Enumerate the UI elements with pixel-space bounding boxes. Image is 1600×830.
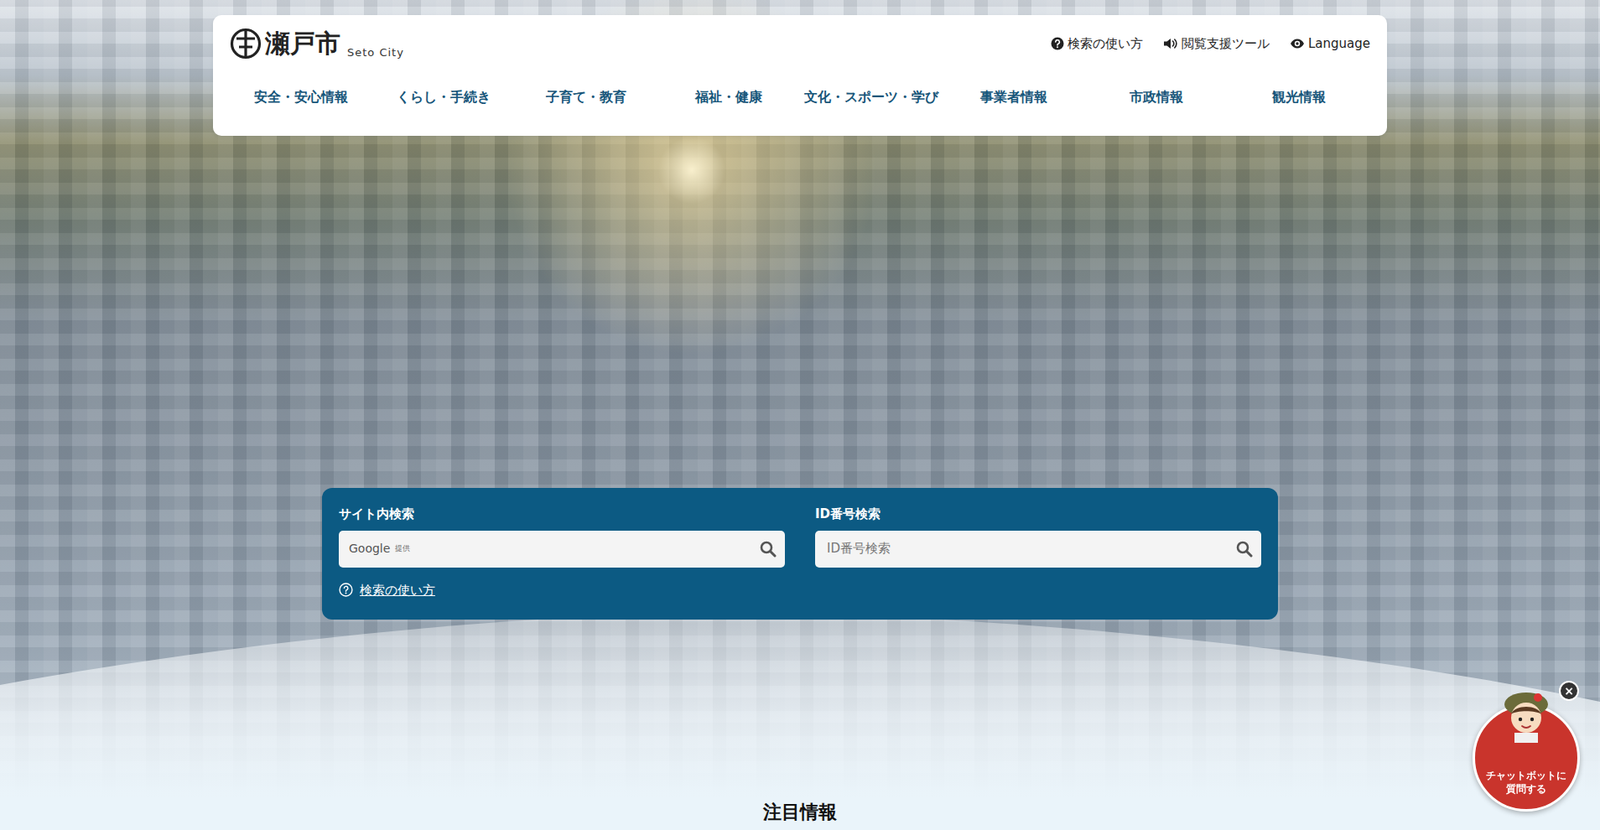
utility-links: 検索の使い方 閲覧支援ツール Language: [1050, 34, 1371, 54]
utility-link[interactable]: 検索の使い方: [1050, 34, 1143, 54]
search-row: サイト内検索 Google 提供 ID番号検索: [338, 504, 1262, 568]
help-icon: [338, 582, 354, 598]
google-brand-suffix: 提供: [394, 543, 411, 556]
nav-item[interactable]: くらし・手続き: [372, 82, 515, 113]
search-icon: [1236, 540, 1253, 558]
nav-item[interactable]: 安全・安心情報: [229, 82, 373, 113]
search-icon: [759, 540, 777, 558]
utility-link[interactable]: 閲覧支援ツール: [1163, 34, 1270, 54]
nav-item[interactable]: 福祉・健康: [657, 82, 800, 113]
site-search-button[interactable]: [759, 539, 777, 560]
wave-decoration: [0, 605, 1600, 799]
logo-text: 瀬戸市: [264, 31, 341, 57]
utility-link[interactable]: Language: [1289, 34, 1371, 54]
search-help-label: 検索の使い方: [359, 581, 436, 601]
nav-item[interactable]: 子育て・教育: [514, 82, 658, 113]
id-search: ID番号検索: [815, 504, 1262, 568]
section-title: 注目情報: [0, 798, 1600, 824]
search-panel: サイト内検索 Google 提供 ID番号検索検索の使い方: [322, 488, 1278, 620]
site-header: 瀬戸市 Seto City 検索の使い方 閲覧支援ツール Language 安全・安心…: [212, 15, 1388, 136]
mascot-icon: [1497, 685, 1555, 747]
chatbot-label: チャットボットに質問する: [1484, 768, 1569, 796]
id-search-field: [815, 530, 1262, 568]
city-emblem-icon: [229, 26, 262, 61]
id-search-input[interactable]: [825, 538, 1232, 560]
chatbot-widget[interactable]: チャットボットに質問する×: [1472, 685, 1580, 812]
nav-item[interactable]: 市政情報: [1085, 82, 1228, 113]
id-search-label: ID番号検索: [815, 504, 1262, 525]
eye-icon: [1289, 37, 1305, 50]
utility-link-label: Language: [1308, 34, 1371, 54]
nav-item[interactable]: 事業者情報: [942, 82, 1086, 113]
id-search-button[interactable]: [1236, 539, 1253, 560]
hero: 瀬戸市 Seto City 検索の使い方 閲覧支援ツール Language 安全・安心…: [0, 0, 1600, 799]
site-logo[interactable]: 瀬戸市 Seto City: [229, 26, 405, 61]
nav-item[interactable]: 文化・スポーツ・学び: [800, 82, 943, 113]
site-search-field[interactable]: Google 提供: [338, 530, 785, 568]
main-nav: 安全・安心情報くらし・手続き子育て・教育福祉・健康文化・スポーツ・学び事業者情報…: [229, 82, 1371, 113]
logo-subtitle: Seto City: [347, 44, 405, 62]
nav-item[interactable]: 観光情報: [1227, 82, 1371, 113]
search-help-link[interactable]: 検索の使い方: [338, 581, 436, 601]
speaker-icon: [1163, 36, 1179, 51]
site-search-label: サイト内検索: [338, 504, 785, 525]
utility-link-label: 閲覧支援ツール: [1181, 34, 1270, 54]
utility-link-label: 検索の使い方: [1067, 34, 1143, 54]
google-brand: Google: [348, 540, 390, 558]
site-search-input[interactable]: [415, 538, 755, 560]
help-icon: [1050, 36, 1065, 51]
chatbot-close-button[interactable]: ×: [1558, 680, 1580, 702]
site-search: サイト内検索 Google 提供: [338, 504, 785, 568]
